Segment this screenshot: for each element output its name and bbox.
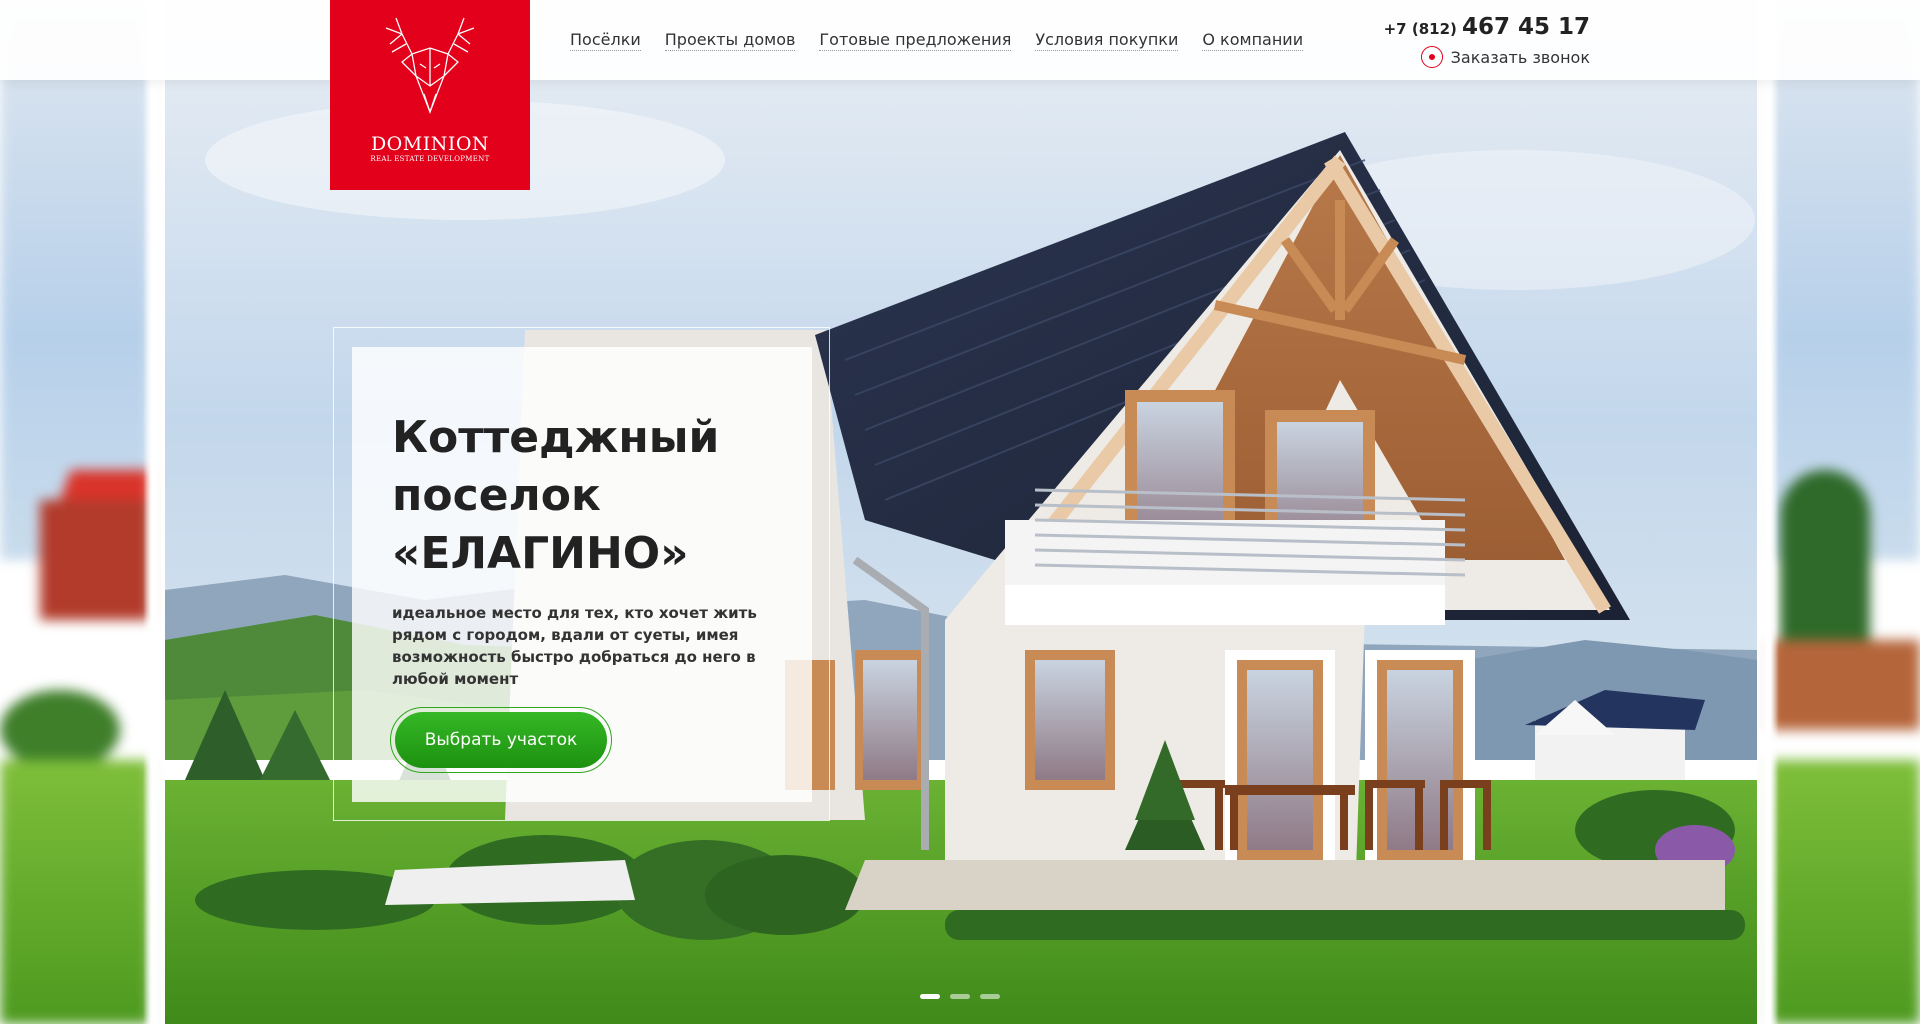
nav-item-house-projects[interactable]: Проекты домов bbox=[664, 30, 796, 51]
slider-pagination bbox=[920, 994, 1000, 999]
phone-prefix: +7 (812) bbox=[1383, 20, 1457, 38]
phone-number[interactable]: +7 (812) 467 45 17 bbox=[1384, 14, 1590, 40]
callback-button[interactable]: Заказать звонок bbox=[1420, 46, 1590, 68]
choose-plot-button[interactable]: Выбрать участок bbox=[395, 712, 607, 768]
brand-tagline: REAL ESTATE DEVELOPMENT bbox=[370, 155, 490, 163]
phone-digits: 467 45 17 bbox=[1461, 14, 1590, 40]
slide-divider bbox=[1757, 0, 1779, 1024]
hero-description: идеальное место для тех, кто хочет жить … bbox=[392, 604, 757, 688]
slider-dot-1[interactable] bbox=[920, 994, 940, 999]
hero-card: Коттеджный поселок «ЕЛАГИНО» идеальное м… bbox=[352, 347, 812, 802]
previous-slide-preview bbox=[0, 0, 150, 1024]
slider-dot-3[interactable] bbox=[980, 994, 1000, 999]
brand-name: DOMINION bbox=[370, 133, 490, 155]
record-dot-icon bbox=[1420, 46, 1443, 68]
hero-title: Коттеджный поселок «ЕЛАГИНО» bbox=[392, 412, 720, 579]
callback-label: Заказать звонок bbox=[1450, 47, 1590, 67]
nav-item-about-company[interactable]: О компании bbox=[1202, 30, 1304, 51]
nav-item-ready-offers[interactable]: Готовые предложения bbox=[819, 30, 1012, 51]
slider-dot-2[interactable] bbox=[950, 994, 970, 999]
slide-divider bbox=[143, 0, 165, 1024]
deer-head-icon bbox=[385, 17, 475, 115]
nav-item-purchase-terms[interactable]: Условия покупки bbox=[1035, 30, 1179, 51]
main-nav: Посёлки Проекты домов Готовые предложени… bbox=[570, 30, 1304, 51]
nav-item-settlements[interactable]: Посёлки bbox=[570, 30, 641, 51]
brand-logo[interactable]: DOMINION REAL ESTATE DEVELOPMENT bbox=[330, 0, 530, 190]
next-slide-preview bbox=[1770, 0, 1920, 1024]
